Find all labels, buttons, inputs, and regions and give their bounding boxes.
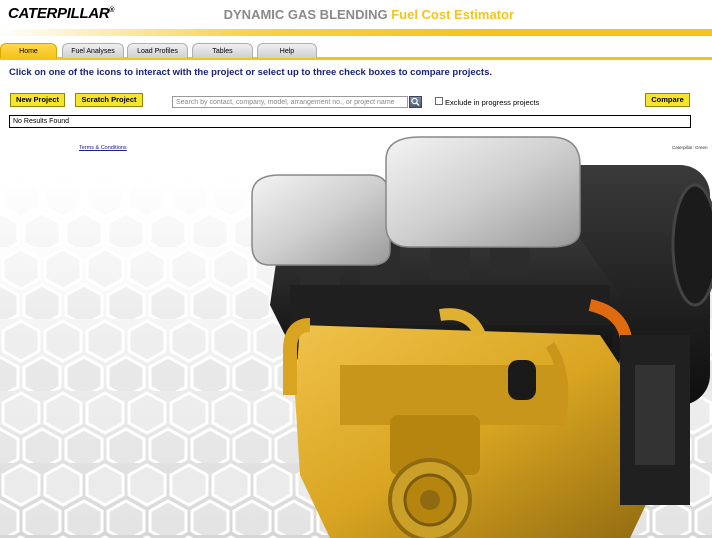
app-title: DYNAMIC GAS BLENDING Fuel Cost Estimator (223, 7, 514, 22)
tab-load-profiles[interactable]: Load Profiles (127, 43, 188, 58)
scratch-project-button[interactable]: Scratch Project (75, 93, 143, 107)
caterpillar-logo: CATERPILLAR® (8, 5, 115, 22)
no-results-text: No Results Found (13, 118, 70, 125)
compare-button[interactable]: Compare (645, 93, 690, 107)
search-input[interactable] (172, 96, 408, 108)
tab-fuel-analyses[interactable]: Fuel Analyses (62, 43, 124, 58)
header-stripe (0, 29, 712, 36)
new-project-button[interactable]: New Project (10, 93, 65, 107)
tab-home[interactable]: Home (0, 43, 57, 58)
tab-help[interactable]: Help (257, 43, 317, 58)
tab-tables[interactable]: Tables (192, 43, 253, 58)
instruction-text: Click on one of the icons to interact wi… (9, 67, 493, 78)
results-table: No Results Found (9, 115, 691, 128)
terms-link[interactable]: Terms & Conditions (79, 145, 127, 151)
search-button[interactable] (409, 96, 422, 108)
header: CATERPILLAR® DYNAMIC GAS BLENDING Fuel C… (0, 0, 712, 30)
tab-bar: Home Fuel Analyses Load Profiles Tables … (0, 42, 712, 60)
exclude-in-progress-checkbox[interactable] (435, 97, 443, 105)
app-subtitle: Fuel Cost Estimator (391, 7, 514, 22)
engine-image (251, 136, 712, 538)
exclude-in-progress-label: Exclude in progress projects (445, 98, 540, 107)
magnifier-icon (411, 97, 420, 106)
